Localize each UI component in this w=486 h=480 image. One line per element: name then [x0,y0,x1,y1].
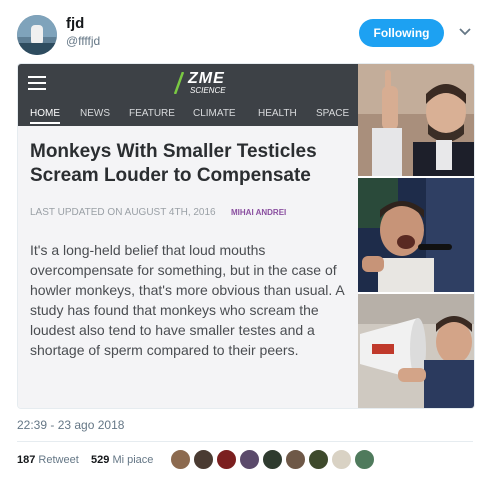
following-button[interactable]: Following [359,19,444,47]
chevron-down-icon[interactable] [458,25,472,39]
retweet-count[interactable]: 187 [17,454,35,466]
logo-subtext: SCIENCE [190,86,226,95]
nav-feature: FEATURE [129,108,175,119]
liker-avatar[interactable] [354,449,375,470]
liker-avatar[interactable] [216,449,237,470]
nav-climate: CLIMATE [193,108,236,119]
link-card[interactable]: ZME SCIENCE HOME NEWS FEATURE CLIMATE HE… [17,63,475,409]
photo-man-shouting [358,178,474,292]
liker-avatar[interactable] [308,449,329,470]
user-avatar[interactable] [17,15,57,55]
liker-avatar[interactable] [239,449,260,470]
article-body: It's a long-held belief that loud mouths… [30,242,344,358]
liker-avatars [170,449,390,471]
title-line: Monkeys With Smaller Testicles [30,141,317,162]
liker-avatar[interactable] [285,449,306,470]
site-nav: HOME NEWS FEATURE CLIMATE HEALTH SPACE [18,104,358,126]
user-handle[interactable]: @ffffjd [66,34,100,48]
avatar-figure [31,25,43,45]
article-updated: LAST UPDATED ON AUGUST 4TH, 2016 [30,207,216,218]
photo-man-megaphone [358,294,474,408]
avatar-ground [17,43,57,55]
article-screenshot: ZME SCIENCE HOME NEWS FEATURE CLIMATE HE… [18,64,358,408]
engagement-stats: 187 Retweet 529 Mi piace [17,454,153,466]
nav-space: SPACE [316,108,350,119]
nav-news: NEWS [80,108,110,119]
site-logo: ZME SCIENCE [168,70,238,96]
article-title: Monkeys With Smaller Testicles Scream Lo… [30,140,348,188]
divider [17,441,473,442]
liker-avatar[interactable] [193,449,214,470]
logo-mark-icon [174,72,184,94]
title-line: Scream Louder to Compensate [30,165,311,186]
nav-health: HEALTH [258,108,297,119]
liker-avatar[interactable] [262,449,283,470]
like-label[interactable]: Mi piace [112,454,153,466]
retweet-label[interactable]: Retweet [38,454,78,466]
article-author: MIHAI ANDREI [231,208,287,217]
nav-home: HOME [30,108,60,124]
menu-icon [28,76,46,90]
user-name[interactable]: fjd [66,15,84,32]
photo-man-pointing [358,64,474,176]
site-header: ZME SCIENCE HOME NEWS FEATURE CLIMATE HE… [18,64,358,126]
tweet-timestamp[interactable]: 22:39 - 23 ago 2018 [17,418,124,432]
like-count[interactable]: 529 [91,454,109,466]
liker-avatar[interactable] [170,449,191,470]
liker-avatar[interactable] [331,449,352,470]
